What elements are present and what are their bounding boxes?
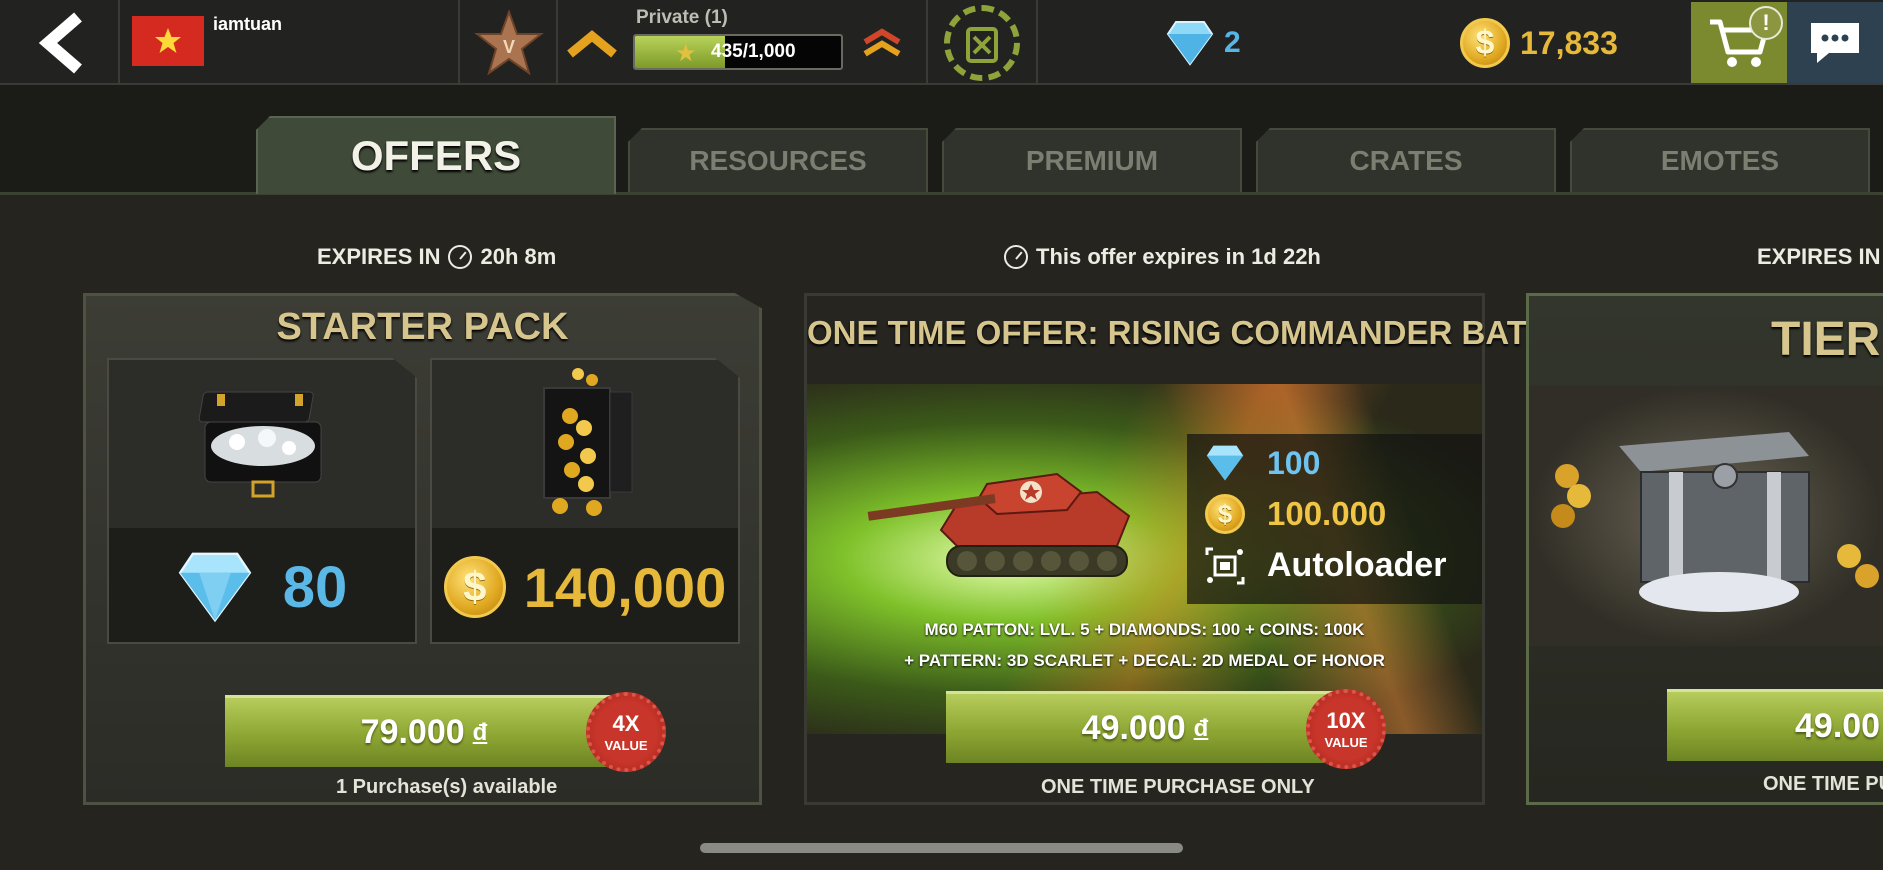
star-icon: ★ [675, 40, 697, 67]
diamond-icon [1206, 445, 1244, 481]
buy-button[interactable]: 79.000 đ [225, 695, 623, 767]
purchase-note: 1 Purchase(s) available [336, 776, 558, 798]
crate-artwork [1529, 386, 1883, 646]
expires-label: EXPIRES IN [1757, 244, 1881, 269]
rewards-panel: 100 $ 100.000 Autoloader [1187, 434, 1482, 604]
price: 79.000 [360, 713, 465, 751]
price: 49.000 [1081, 709, 1186, 747]
price: 49.00 [1795, 707, 1881, 745]
autoloader-icon [1205, 547, 1245, 584]
coins-reward-box: $ 140,000 [430, 358, 740, 644]
home-indicator[interactable] [700, 843, 1183, 853]
description-line: + PATTERN: 3D SCARLET + DECAL: 2D MEDAL … [904, 651, 1385, 670]
diamond-icon [1166, 21, 1214, 66]
tab-premium[interactable]: PREMIUM [942, 128, 1242, 192]
coin-icon: $ [1205, 494, 1245, 534]
star-icon [155, 28, 181, 53]
offer-title: STARTER PACK [276, 306, 569, 348]
starter-expires: EXPIRES IN 20h 8m [317, 244, 556, 270]
reward-coins-amount: 100.000 [1267, 495, 1387, 532]
crate-image [1551, 432, 1879, 612]
battlepack-card[interactable]: ONE TIME OFFER: RISING COMMANDER BATTLEP… [804, 293, 1681, 805]
purchase-note: ONE TIME PURCHASE ONLY [1041, 776, 1315, 798]
chat-button[interactable] [1787, 2, 1883, 83]
purchase-note: ONE TIME PURC [1763, 773, 1883, 795]
tab-resources[interactable]: RESOURCES [628, 128, 928, 192]
rank-title: Private (1) [636, 7, 728, 28]
notification-badge: ! [1749, 6, 1783, 40]
country-flag [132, 16, 204, 66]
divider [926, 0, 928, 83]
top-bar: iamtuan V Private (1) ★ 435/1,000 2 $ 17… [0, 0, 1883, 85]
tab-emotes[interactable]: EMOTES [1570, 128, 1870, 192]
xp-text: 435/1,000 [711, 41, 796, 62]
coin-count: 17,833 [1520, 24, 1618, 61]
description-line: M60 PATTON: LVL. 5 + DIAMONDS: 100 + COI… [924, 620, 1365, 639]
expires-time: 20h 8m [480, 244, 557, 269]
coin-icon: $ [443, 556, 506, 618]
coin-balance[interactable]: $ 17,833 [1460, 18, 1618, 68]
starter-pack-card[interactable]: STARTER PACK 80 $ 140,000 79.000 đ 4X VA… [83, 293, 762, 805]
expires-label: EXPIRES IN [317, 244, 441, 269]
divider [458, 0, 460, 83]
clock-icon [1004, 245, 1028, 269]
divider [118, 0, 120, 83]
gem-balance[interactable]: 2 [1166, 20, 1241, 66]
value-multiplier: 4X [612, 710, 640, 736]
offer-description: M60 PATTON: LVL. 5 + DIAMONDS: 100 + COI… [807, 614, 1482, 676]
diamond-icon [178, 552, 252, 623]
reward-item-name: Autoloader [1267, 546, 1447, 584]
tab-crates[interactable]: CRATES [1256, 128, 1556, 192]
reward-gems-amount: 100 [1267, 444, 1321, 481]
value-badge: 4X VALUE [586, 692, 666, 772]
battlepack-expires: This offer expires in 1d 22h [1004, 244, 1321, 270]
value-label: VALUE [1324, 734, 1368, 750]
reward-coins: $ 100.000 [1205, 494, 1386, 534]
diamond-case-image [109, 360, 415, 528]
value-badge: 10X VALUE [1306, 689, 1386, 769]
currency-symbol: đ [1193, 714, 1209, 742]
clock-icon [448, 245, 473, 269]
reward-item: Autoloader [1205, 546, 1446, 585]
gems-reward-box: 80 [107, 358, 417, 644]
rank-chevron-icon [567, 30, 617, 58]
coin-icon: $ [1460, 18, 1510, 68]
tier-offer-card[interactable]: TIER I C 49.00 ONE TIME PURC [1526, 293, 1883, 805]
currency-symbol: đ [472, 718, 488, 746]
username[interactable]: iamtuan [213, 14, 282, 35]
coin-safe-image [432, 360, 738, 528]
xp-progress-bar: ★ 435/1,000 [633, 34, 843, 70]
buy-button[interactable]: 49.000 đ [946, 691, 1344, 763]
svg-text:V: V [503, 37, 515, 57]
expires-text: This offer expires in 1d 22h [1036, 244, 1321, 269]
tank-image [867, 472, 1131, 577]
gems-amount: 80 [282, 554, 348, 620]
offer-title: ONE TIME OFFER: RISING COMMANDER BATTLEP… [807, 314, 1681, 351]
next-rank-chevron-icon [863, 28, 901, 57]
gem-count: 2 [1224, 26, 1241, 59]
value-label: VALUE [604, 737, 648, 753]
buy-button[interactable]: 49.00 [1667, 689, 1883, 761]
coins-reward-value: $ 140,000 [432, 528, 738, 644]
value-multiplier: 10X [1326, 707, 1366, 733]
tier-expires: EXPIRES IN [1757, 244, 1883, 270]
divider [1036, 0, 1038, 83]
chevron-left-icon [38, 12, 82, 74]
rank-medal-icon[interactable]: V [474, 9, 544, 76]
gems-reward-value: 80 [109, 528, 415, 644]
chat-icon [1811, 22, 1859, 63]
tab-offers[interactable]: OFFERS [256, 116, 616, 194]
divider [556, 0, 558, 83]
back-button[interactable] [22, 8, 102, 78]
coins-amount: 140,000 [523, 555, 727, 619]
battlepack-artwork: 100 $ 100.000 Autoloader [807, 384, 1482, 734]
fuel-can-icon[interactable] [944, 5, 1020, 81]
offer-title: TIER I C [1771, 313, 1883, 366]
reward-gems: 100 [1205, 444, 1320, 482]
shop-cart-button[interactable]: ! [1691, 2, 1787, 83]
